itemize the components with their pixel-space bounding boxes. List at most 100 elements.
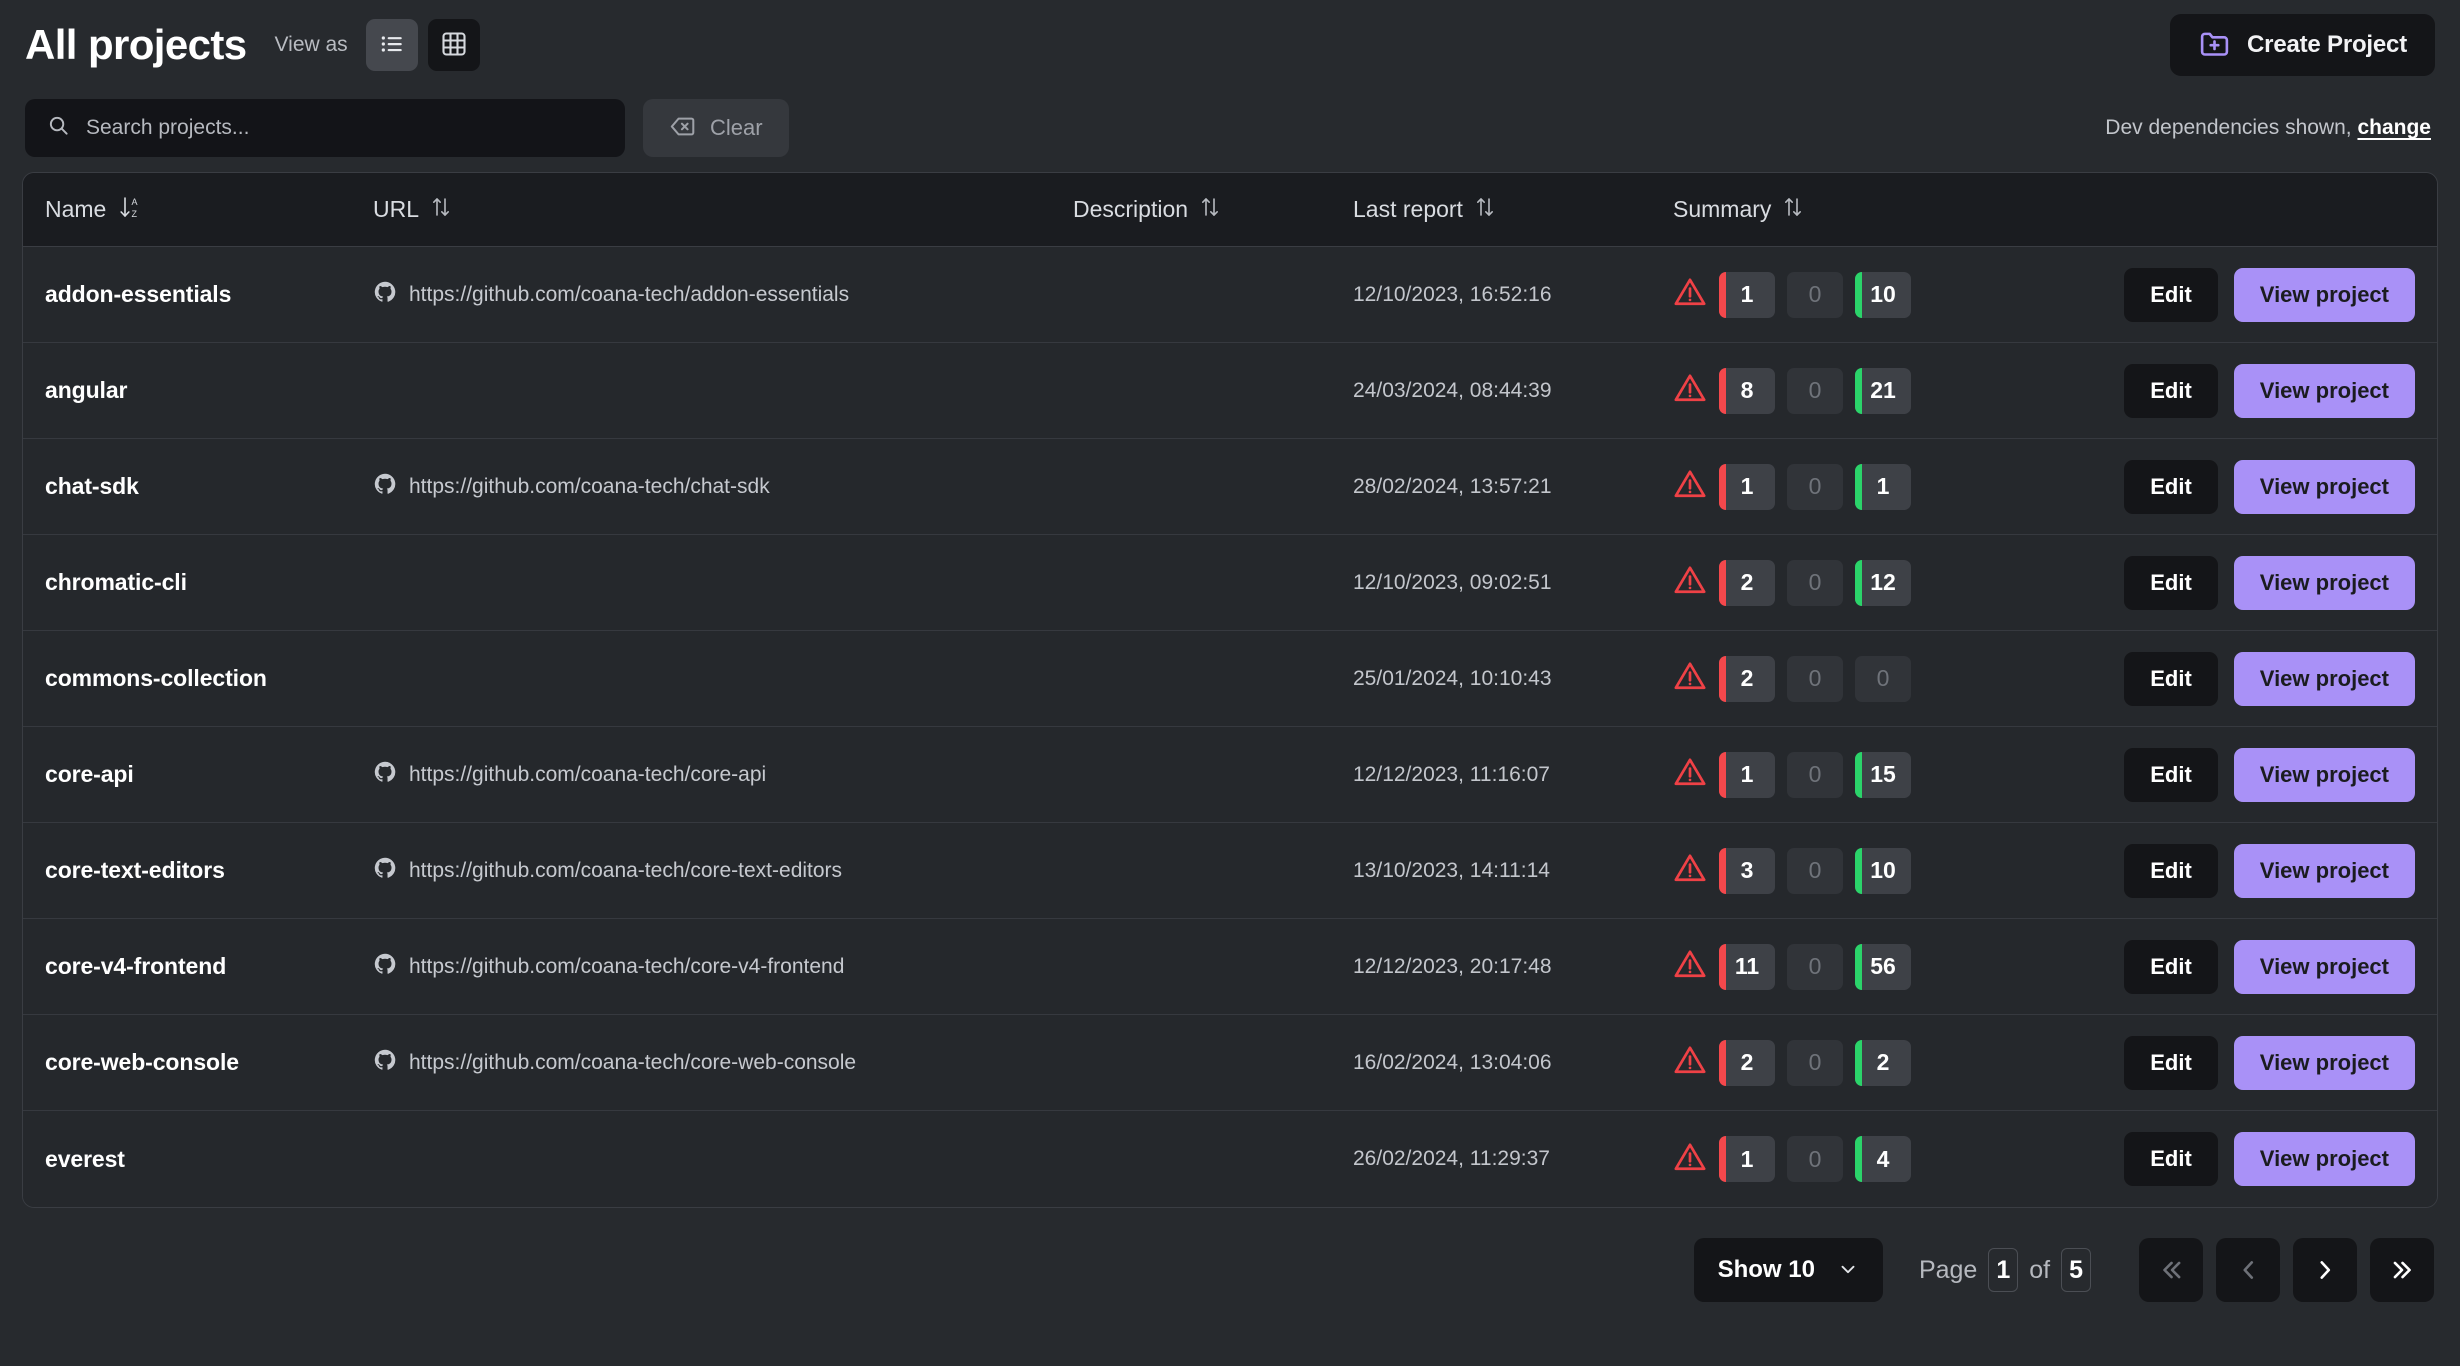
edit-project-button[interactable]: Edit <box>2124 363 2218 418</box>
view-project-button[interactable]: View project <box>2233 1035 2415 1090</box>
sort-updown-icon <box>1475 195 1495 225</box>
project-actions-cell: Edit View project <box>2093 939 2437 994</box>
summary-badge-medium: 0 <box>1787 1136 1843 1182</box>
summary-badge-low: 2 <box>1855 1039 1911 1086</box>
view-project-button[interactable]: View project <box>2233 843 2415 898</box>
change-dependencies-link[interactable]: change <box>2357 116 2431 139</box>
table-row[interactable]: core-v4-frontend https://github.com/coana… <box>23 919 2437 1015</box>
view-as-grid-button[interactable] <box>427 19 480 71</box>
table-row[interactable]: core-api https://github.com/coana-tech/co… <box>23 727 2437 823</box>
view-project-button[interactable]: View project <box>2233 267 2415 322</box>
edit-project-button[interactable]: Edit <box>2124 267 2218 322</box>
pagination-bar: Show 10 Page 1 of 5 <box>22 1238 2438 1302</box>
table-row[interactable]: chromatic-cli 12/10/2023, 09:02:51 2 0 12 Edi… <box>23 535 2437 631</box>
table-row[interactable]: angular 24/03/2024, 08:44:39 8 0 21 Edit View … <box>23 343 2437 439</box>
previous-page-button[interactable] <box>2216 1238 2280 1302</box>
last-report-date: 26/02/2024, 11:29:37 <box>1353 1147 1550 1170</box>
last-report-date: 12/10/2023, 16:52:16 <box>1353 282 1552 306</box>
table-row[interactable]: commons-collection 25/01/2024, 10:10:43 2 0… <box>23 631 2437 727</box>
summary-badge-low: 21 <box>1855 367 1911 414</box>
table-row[interactable]: everest 26/02/2024, 11:29:37 1 0 4 Edit View p… <box>23 1111 2437 1207</box>
column-header-summary[interactable]: Summary <box>1673 195 2093 225</box>
view-project-button[interactable]: View project <box>2233 651 2415 706</box>
project-name-cell: angular <box>23 377 373 404</box>
sort-updown-icon <box>1200 195 1220 225</box>
project-url-cell: https://github.com/coana-tech/core-api <box>373 760 1073 789</box>
edit-project-button[interactable]: Edit <box>2124 459 2218 514</box>
column-header-name-label: Name <box>45 196 107 222</box>
github-icon <box>373 856 397 885</box>
last-page-button[interactable] <box>2370 1238 2434 1302</box>
view-project-button[interactable]: View project <box>2233 939 2415 994</box>
create-project-button[interactable]: Create Project <box>2170 14 2435 76</box>
edit-project-button[interactable]: Edit <box>2124 939 2218 994</box>
table-row[interactable]: addon-essentials https://github.com/coana… <box>23 247 2437 343</box>
summary-badge-critical: 1 <box>1719 463 1775 510</box>
summary-badge-medium: 0 <box>1787 1039 1843 1086</box>
column-header-url[interactable]: URL <box>373 195 1073 225</box>
project-name: angular <box>45 377 128 403</box>
row-action-group: Edit View project <box>2124 939 2415 994</box>
view-as-list-button[interactable] <box>365 19 418 71</box>
project-url[interactable]: https://github.com/coana-tech/core-v4-fr… <box>409 955 844 979</box>
project-name-cell: addon-essentials <box>23 281 373 308</box>
next-page-button[interactable] <box>2293 1238 2357 1302</box>
project-url[interactable]: https://github.com/coana-tech/addon-esse… <box>409 283 849 307</box>
first-page-button[interactable] <box>2139 1238 2203 1302</box>
search-icon <box>47 114 70 142</box>
table-row[interactable]: chat-sdk https://github.com/coana-tech/ch… <box>23 439 2437 535</box>
summary-badge-critical: 1 <box>1719 751 1775 798</box>
rows-per-page-label: Show 10 <box>1717 1256 1815 1283</box>
sort-updown-icon <box>1783 195 1803 225</box>
row-action-group: Edit View project <box>2124 843 2415 898</box>
project-name-cell: core-api <box>23 761 373 788</box>
view-project-button[interactable]: View project <box>2233 363 2415 418</box>
last-report-date: 24/03/2024, 08:44:39 <box>1353 378 1552 402</box>
view-project-button[interactable]: View project <box>2233 555 2415 610</box>
dev-dependencies-text: Dev dependencies shown, <box>2105 116 2352 139</box>
clear-search-label: Clear <box>710 115 763 140</box>
summary-badge-critical: 8 <box>1719 367 1775 414</box>
chevron-left-icon <box>2235 1257 2261 1283</box>
view-project-button[interactable]: View project <box>2233 459 2415 514</box>
edit-project-button[interactable]: Edit <box>2124 1132 2218 1186</box>
view-project-button[interactable]: View project <box>2233 1132 2415 1186</box>
project-name-cell: everest <box>23 1146 373 1173</box>
project-actions-cell: Edit View project <box>2093 363 2437 418</box>
sort-updown-icon <box>431 195 451 225</box>
github-icon <box>373 760 397 789</box>
project-url[interactable]: https://github.com/coana-tech/core-text-… <box>409 859 842 883</box>
dev-dependencies-notice: Dev dependencies shown, change <box>2105 116 2435 140</box>
project-last-report-cell: 12/12/2023, 11:16:07 <box>1353 763 1673 787</box>
page-word: Page <box>1918 1255 1978 1284</box>
column-header-name[interactable]: Name A Z <box>23 193 373 227</box>
column-header-description[interactable]: Description <box>1073 195 1353 225</box>
table-row[interactable]: core-web-console https://github.com/coana… <box>23 1015 2437 1111</box>
project-url[interactable]: https://github.com/coana-tech/core-web-c… <box>409 1051 856 1075</box>
project-summary-cell: 104 <box>1673 1136 2093 1182</box>
edit-project-button[interactable]: Edit <box>2124 843 2218 898</box>
search-field-wrapper[interactable] <box>25 99 625 157</box>
table-body: addon-essentials https://github.com/coana… <box>23 247 2437 1207</box>
project-name: core-web-console <box>45 1049 239 1075</box>
last-report-date: 28/02/2024, 13:57:21 <box>1353 474 1552 498</box>
sort-a-z-icon: A Z <box>118 193 144 227</box>
edit-project-button[interactable]: Edit <box>2124 1035 2218 1090</box>
rows-per-page-select[interactable]: Show 10 <box>1693 1238 1883 1302</box>
view-project-button[interactable]: View project <box>2233 747 2415 802</box>
table-row[interactable]: core-text-editors https://github.com/coan… <box>23 823 2437 919</box>
project-url[interactable]: https://github.com/coana-tech/chat-sdk <box>409 475 770 499</box>
edit-project-button[interactable]: Edit <box>2124 747 2218 802</box>
project-url[interactable]: https://github.com/coana-tech/core-api <box>409 763 766 787</box>
project-summary-cell: 200 <box>1673 655 2093 702</box>
grid-view-icon <box>440 30 468 61</box>
row-action-group: Edit View project <box>2124 459 2415 514</box>
project-actions-cell: Edit View project <box>2093 747 2437 802</box>
column-header-url-label: URL <box>373 196 420 222</box>
edit-project-button[interactable]: Edit <box>2124 555 2218 610</box>
column-header-last-report[interactable]: Last report <box>1353 195 1673 225</box>
clear-search-button[interactable]: Clear <box>643 99 789 157</box>
search-input[interactable] <box>86 116 603 140</box>
project-last-report-cell: 25/01/2024, 10:10:43 <box>1353 667 1673 691</box>
edit-project-button[interactable]: Edit <box>2124 651 2218 706</box>
